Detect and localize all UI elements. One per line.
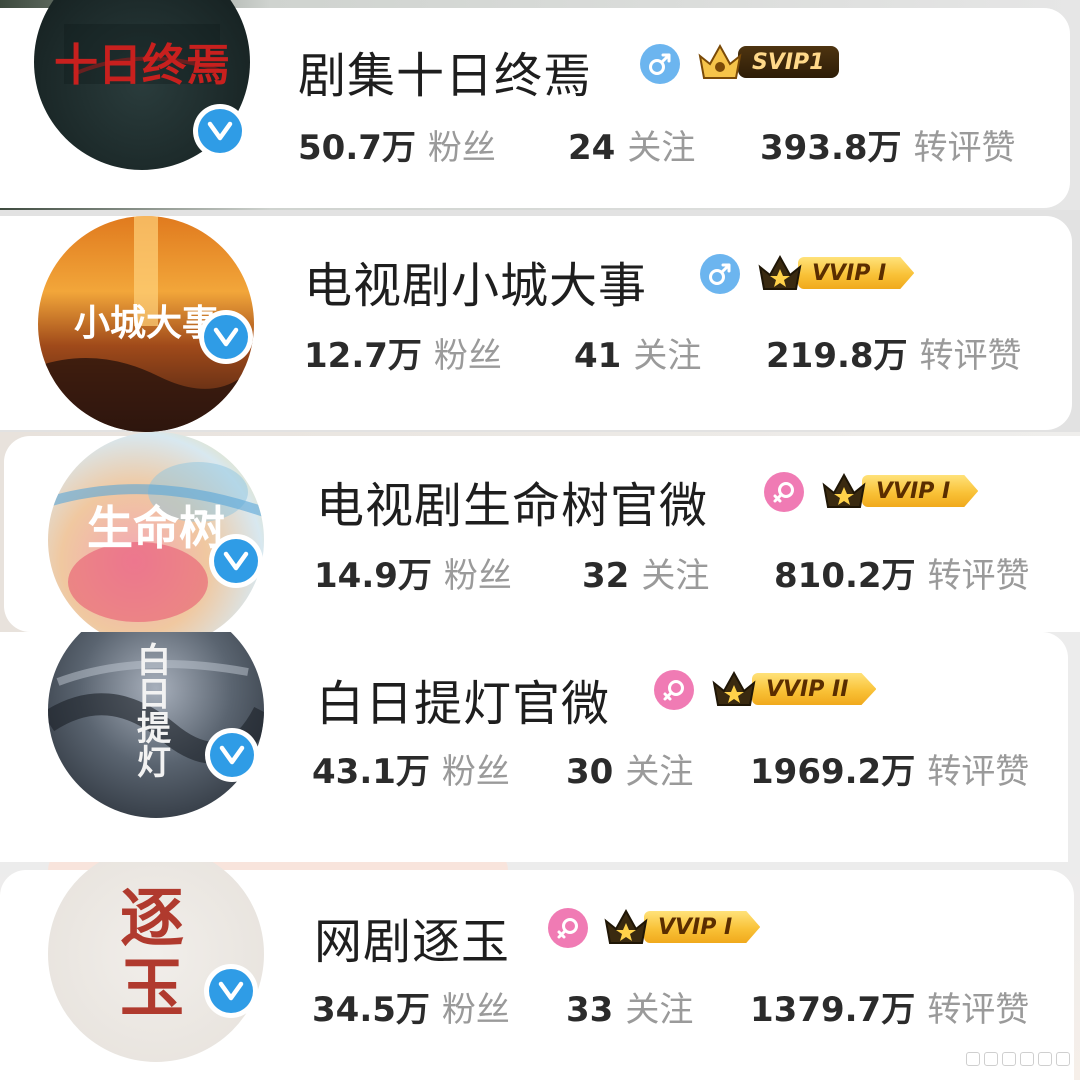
fans-count[interactable]: 43.1万 粉丝	[312, 744, 510, 793]
verified-check-icon	[210, 733, 254, 777]
male-symbol-icon	[700, 254, 740, 294]
stat-label: 关注	[625, 990, 694, 1030]
stat-label: 转评赞	[913, 128, 1016, 168]
engagement-count[interactable]: 1969.2万 转评赞	[750, 744, 1029, 793]
profile-strip-5: 逐玉 网剧逐玉 VVIP I 34.5万 粉丝 33 关注 1379.7万 转评赞	[0, 862, 1080, 1080]
stat-value: 32	[582, 556, 630, 596]
profile-name[interactable]: 电视剧生命树官微	[316, 466, 708, 536]
avatar[interactable]: 白日提灯	[48, 632, 264, 818]
vip-badge[interactable]: VVIP I	[602, 908, 761, 944]
female-symbol-icon	[654, 670, 694, 710]
stat-label: 关注	[627, 128, 696, 168]
stat-label: 关注	[625, 752, 694, 792]
stat-value: 24	[568, 128, 616, 168]
avatar[interactable]: 生命树	[48, 432, 264, 632]
fans-count[interactable]: 14.9万 粉丝	[314, 548, 512, 597]
female-symbol-icon	[764, 472, 804, 512]
engagement-count[interactable]: 810.2万 转评赞	[774, 548, 1030, 597]
fans-count[interactable]: 12.7万 粉丝	[304, 328, 502, 377]
vip-level-label: SVIP1	[738, 46, 839, 78]
engagement-count[interactable]: 219.8万 转评赞	[766, 328, 1022, 377]
vip-crown-icon	[698, 43, 742, 79]
vip-crown-icon	[822, 472, 866, 508]
stat-value: 30	[566, 752, 614, 792]
stat-label: 转评赞	[927, 752, 1030, 792]
following-count[interactable]: 33 关注	[566, 982, 693, 1031]
profile-strip-2: 小城大事 电视剧小城大事 VVIP I 12.7万 粉丝 41 关注 219.8万转…	[0, 210, 1080, 432]
stat-value: 12.7万	[304, 336, 422, 376]
verified-check-icon	[214, 539, 258, 583]
fans-count[interactable]: 50.7万 粉丝	[298, 120, 496, 169]
vip-crown-icon	[712, 670, 756, 706]
vip-level-label: VVIP I	[862, 475, 979, 507]
fans-count[interactable]: 34.5万 粉丝	[312, 982, 510, 1031]
following-count[interactable]: 30 关注	[566, 744, 693, 793]
stat-label: 关注	[641, 556, 710, 596]
profile-name[interactable]: 电视剧小城大事	[304, 246, 647, 316]
avatar-title: 十日终焉	[54, 40, 230, 91]
vip-crown-icon	[758, 254, 802, 290]
avatar-title: 逐玉	[109, 884, 184, 1024]
engagement-count[interactable]: 1379.7万 转评赞	[750, 982, 1029, 1031]
profile-strip-4: 白日提灯 白日提灯官微 VVIP II 43.1万 粉丝 30 关注 1969.2万…	[0, 632, 1080, 862]
vip-level-label: VVIP I	[798, 257, 915, 289]
verified-check-icon	[209, 969, 253, 1013]
stat-label: 粉丝	[443, 556, 512, 596]
profile-strip-1: 十日终焉 剧集十日终焉 SVIP1 50.7万 粉丝 24 关注 393.8万 转评赞	[0, 0, 1080, 210]
verified-badge	[199, 310, 253, 364]
verified-check-icon	[204, 315, 248, 359]
stat-value: 34.5万	[312, 990, 430, 1030]
profile-name[interactable]: 网剧逐玉	[314, 902, 510, 972]
vip-badge[interactable]: SVIP1	[696, 43, 839, 79]
avatar-title: 生命树	[87, 501, 225, 555]
stat-value: 50.7万	[298, 128, 416, 168]
stat-label: 粉丝	[441, 752, 510, 792]
verified-check-icon	[198, 109, 242, 153]
stat-label: 转评赞	[927, 990, 1030, 1030]
stat-value: 43.1万	[312, 752, 430, 792]
male-symbol-icon	[640, 44, 680, 84]
stat-label: 关注	[633, 336, 702, 376]
stat-value: 393.8万	[760, 128, 902, 168]
engagement-count[interactable]: 393.8万 转评赞	[760, 120, 1016, 169]
stat-label: 转评赞	[919, 336, 1022, 376]
stat-label: 粉丝	[433, 336, 502, 376]
stat-value: 1969.2万	[750, 752, 916, 792]
stat-label: 粉丝	[441, 990, 510, 1030]
vip-badge[interactable]: VVIP I	[756, 254, 915, 290]
vip-badge[interactable]: VVIP I	[820, 472, 979, 508]
stat-value: 1379.7万	[750, 990, 916, 1030]
stat-value: 219.8万	[766, 336, 908, 376]
stat-label: 转评赞	[927, 556, 1030, 596]
watermark-mark	[966, 1052, 1070, 1066]
profile-name[interactable]: 白日提灯官微	[316, 664, 610, 734]
stat-value: 41	[574, 336, 622, 376]
following-count[interactable]: 32 关注	[582, 548, 709, 597]
vip-crown-icon	[604, 908, 648, 944]
stat-value: 810.2万	[774, 556, 916, 596]
verified-badge	[209, 534, 263, 588]
stat-value: 14.9万	[314, 556, 432, 596]
following-count[interactable]: 41 关注	[574, 328, 701, 377]
vip-level-label: VVIP I	[644, 911, 761, 943]
stat-value: 33	[566, 990, 614, 1030]
profile-strip-3: 生命树 电视剧生命树官微 VVIP I 14.9万 粉丝 32 关注 810.2万转…	[0, 432, 1080, 632]
profile-name[interactable]: 剧集十日终焉	[298, 36, 592, 106]
avatar-title: 小城大事	[73, 302, 218, 344]
verified-badge	[204, 964, 258, 1018]
stat-label: 粉丝	[427, 128, 496, 168]
following-count[interactable]: 24 关注	[568, 120, 695, 169]
vip-badge[interactable]: VVIP II	[710, 670, 877, 706]
vip-level-label: VVIP II	[752, 673, 877, 705]
verified-badge	[193, 104, 247, 158]
avatar-title: 白日提灯	[130, 642, 171, 778]
female-symbol-icon	[548, 908, 588, 948]
verified-badge	[205, 728, 259, 782]
